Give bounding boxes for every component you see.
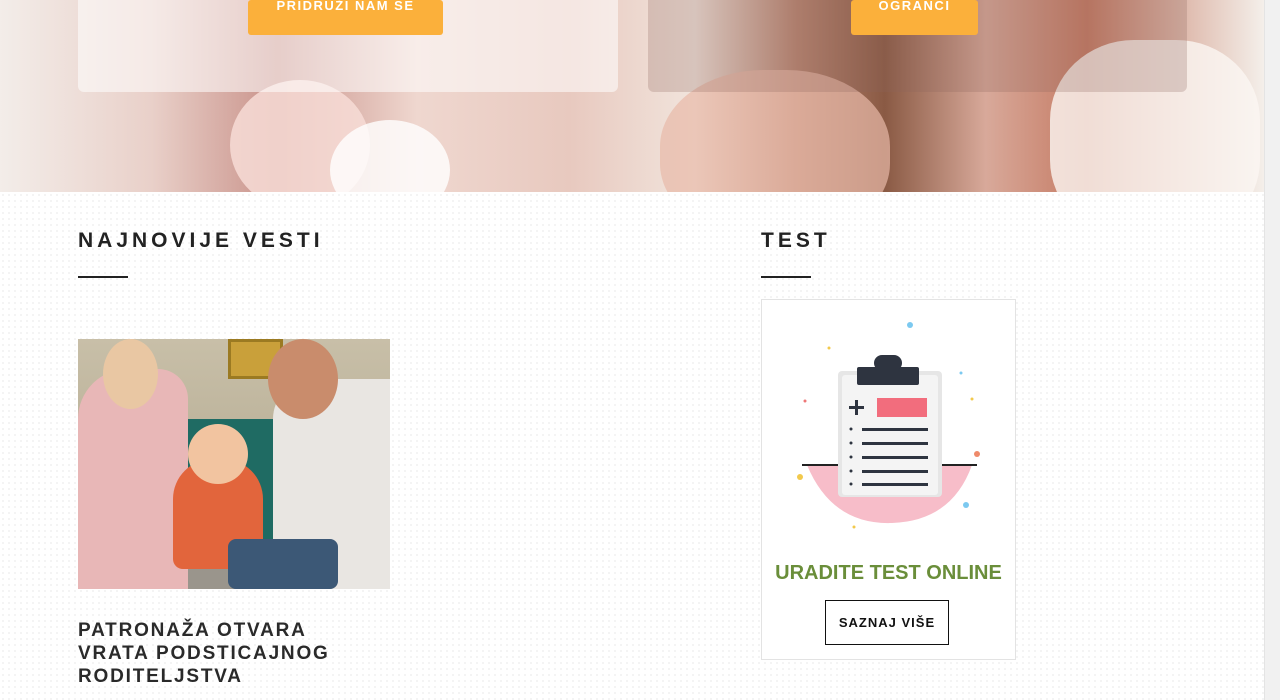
news-article-title-link[interactable]: PATRONAŽA OTVARA VRATA PODSTICAJNOG RODI… [78, 619, 378, 688]
news-title-underline [78, 276, 128, 278]
test-heading: URADITE TEST ONLINE [775, 562, 1002, 584]
branches-button[interactable]: OGRANCI [851, 0, 978, 35]
page: PRIDRUŽI NAM SE OGRANCI NAJNOVIJE VESTI … [0, 0, 1280, 700]
join-us-button-label: PRIDRUŽI NAM SE [276, 0, 415, 13]
news-article-image[interactable] [78, 339, 390, 589]
test-card: URADITE TEST ONLINE SAZNAJ VIŠE [761, 299, 1016, 660]
hero-banner: PRIDRUŽI NAM SE OGRANCI [0, 0, 1264, 192]
clipboard-icon [797, 322, 980, 529]
join-us-button[interactable]: PRIDRUŽI NAM SE [248, 0, 443, 35]
test-section-title: TEST [761, 229, 831, 252]
test-title-underline [761, 276, 811, 278]
branches-button-label: OGRANCI [878, 0, 951, 13]
page-scrollbar[interactable] [1264, 0, 1280, 700]
learn-more-button[interactable]: SAZNAJ VIŠE [825, 600, 949, 645]
news-section-title: NAJNOVIJE VESTI [78, 229, 324, 252]
